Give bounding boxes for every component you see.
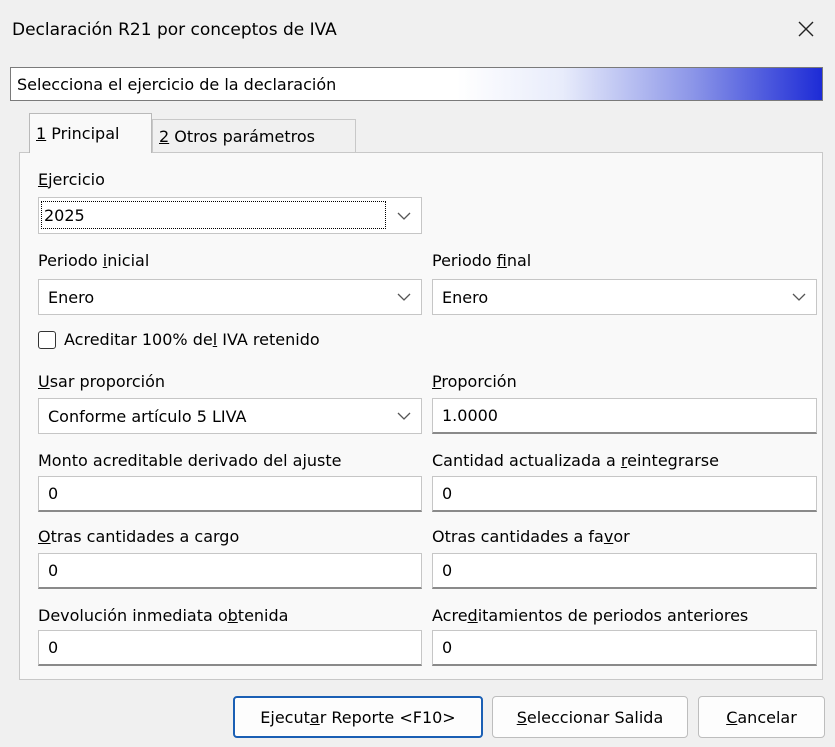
- otras-cargo-input[interactable]: 0: [38, 553, 422, 589]
- devolucion-label: Devolución inmediata obtenida: [38, 606, 289, 625]
- acreditar-checkbox[interactable]: [38, 331, 56, 349]
- ejercicio-label: Ejercicio: [38, 170, 105, 189]
- ejercicio-value: 2025: [41, 201, 386, 229]
- cantidad-actualizada-input[interactable]: 0: [432, 476, 817, 512]
- cantidad-actualizada-label: Cantidad actualizada a reintegrarse: [432, 451, 719, 470]
- chevron-down-icon: [792, 293, 806, 301]
- instruction-banner: Selecciona el ejercicio de la declaració…: [10, 67, 823, 101]
- proporcion-label: Proporción: [432, 372, 517, 391]
- monto-acreditable-label: Monto acreditable derivado del ajuste: [38, 451, 342, 470]
- tab-otros-number: 2: [159, 126, 170, 146]
- otras-cargo-label: Otras cantidades a cargo: [38, 527, 240, 546]
- otras-favor-input[interactable]: 0: [432, 553, 817, 589]
- proporcion-input[interactable]: 1.0000: [432, 398, 817, 434]
- acreditar-label: Acreditar 100% del IVA retenido: [64, 330, 320, 349]
- tab-principal[interactable]: 1 Principal: [29, 113, 152, 153]
- seleccionar-salida-button[interactable]: Seleccionar Salida: [492, 696, 688, 738]
- periodo-final-value: Enero: [442, 287, 489, 307]
- usar-proporcion-label: Usar proporción: [38, 372, 166, 391]
- instruction-text: Selecciona el ejercicio de la declaració…: [17, 75, 337, 94]
- acreditamientos-label: Acreditamientos de periodos anteriores: [432, 606, 749, 625]
- chevron-down-icon: [397, 412, 411, 420]
- close-icon: [798, 21, 814, 37]
- chevron-down-icon: [397, 212, 411, 220]
- tab-principal-number: 1: [36, 124, 47, 143]
- tab-otros-label: Otros parámetros: [169, 126, 315, 146]
- periodo-inicial-select[interactable]: Enero: [38, 279, 422, 315]
- acreditamientos-input[interactable]: 0: [432, 630, 817, 666]
- window-title: Declaración R21 por conceptos de IVA: [12, 20, 337, 40]
- chevron-down-icon: [397, 293, 411, 301]
- cancelar-button[interactable]: Cancelar: [698, 696, 825, 738]
- monto-acreditable-input[interactable]: 0: [38, 476, 422, 512]
- usar-proporcion-value: Conforme artículo 5 LIVA: [48, 406, 247, 426]
- usar-proporcion-select[interactable]: Conforme artículo 5 LIVA: [38, 398, 422, 434]
- close-button[interactable]: [789, 12, 823, 46]
- otras-favor-label: Otras cantidades a favor: [432, 527, 630, 546]
- tab-principal-label: Principal: [46, 124, 120, 143]
- periodo-inicial-value: Enero: [48, 287, 95, 307]
- devolucion-input[interactable]: 0: [38, 630, 422, 666]
- ejercicio-select[interactable]: 2025: [38, 197, 422, 234]
- tab-otros-parametros[interactable]: 2 Otros parámetros: [152, 119, 356, 153]
- periodo-final-label: Periodo final: [432, 251, 532, 270]
- ejecutar-reporte-button[interactable]: Ejecut a r Reporte <F10>: [233, 696, 483, 738]
- periodo-inicial-label: Periodo inicial: [38, 251, 150, 270]
- periodo-final-select[interactable]: Enero: [432, 279, 817, 315]
